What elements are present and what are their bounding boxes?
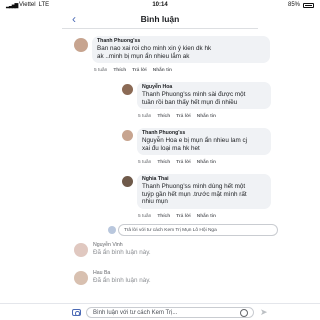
send-icon[interactable]: ➤ bbox=[260, 307, 268, 317]
message-button[interactable]: Nhắn tin bbox=[197, 160, 216, 165]
status-time: 10:14 bbox=[152, 2, 168, 8]
comment-text-line: nhiu mụn bbox=[142, 198, 168, 206]
battery-percent: 85% bbox=[287, 2, 300, 8]
comment-bubble: Nguyễn Hoa Thanh Phuong'ss mình sài được… bbox=[137, 82, 271, 110]
battery-icon bbox=[303, 2, 314, 8]
reply-button[interactable]: Trả lời bbox=[176, 214, 191, 219]
comment-input[interactable]: Bình luận với tư cách Kem Trị... bbox=[86, 307, 254, 318]
comment-text-line: tuýp gần hết mụn .trước mặt mình rất bbox=[142, 190, 247, 198]
hidden-comment-body: Nguyễn Vinh Đã ẩn bình luận này. bbox=[93, 242, 151, 257]
reply-button[interactable]: Trả lời bbox=[132, 68, 147, 73]
hidden-comment-text: Đã ẩn bình luận này. bbox=[93, 249, 151, 256]
comment-actions: 5 tuần Thích Trả lời Nhắn tin bbox=[94, 68, 172, 73]
avatar[interactable] bbox=[122, 176, 133, 187]
comment-text-line: Ban nao xai roi cho minh xin ý kien dk h… bbox=[97, 45, 212, 52]
comment-bubble: Thanh Phuong'ss Nguyễn Hoa e bị mụn ẩn n… bbox=[137, 128, 271, 156]
avatar[interactable] bbox=[74, 38, 88, 52]
like-button[interactable]: Thích bbox=[157, 114, 170, 119]
avatar[interactable] bbox=[74, 243, 88, 257]
reply-item: Nghia Thai Thanh Phuong'ss mình dùng hết… bbox=[122, 174, 271, 209]
comment-author[interactable]: Nghia Thai bbox=[142, 176, 266, 183]
comment-item: Thanh Phuong'ss Ban nao xai roi cho minh… bbox=[74, 36, 270, 64]
header-divider bbox=[62, 28, 258, 29]
hidden-comment-item: Hau Ba Đã ẩn bình luận này. bbox=[74, 270, 151, 285]
status-bar: ▂▃▅▇ Viettel LTE 10:14 85% bbox=[0, 0, 320, 12]
comment-text-line: Thanh Phuong'ss mình dùng hết một bbox=[142, 183, 246, 190]
comments-header: ‹ Bình luận bbox=[0, 12, 320, 28]
comment-author[interactable]: Nguyễn Hoa bbox=[142, 84, 266, 91]
reply-item: Nguyễn Hoa Thanh Phuong'ss mình sài được… bbox=[122, 82, 271, 110]
page-title: Bình luận bbox=[140, 14, 180, 24]
comment-author[interactable]: Thanh Phuong'ss bbox=[142, 130, 266, 137]
camera-icon[interactable] bbox=[72, 309, 81, 316]
comment-text-line: tuần rồi ban thấy hết mụn đi nhiều bbox=[142, 98, 238, 106]
comment-actions: 5 tuần Thích Trả lời Nhắn tin bbox=[138, 214, 216, 219]
reply-button[interactable]: Trả lời bbox=[176, 114, 191, 119]
comment-text-line: Nguyễn Hoa e bị mụn ẩn nhieu lam cj bbox=[142, 137, 248, 144]
comment-text-line: Thanh Phuong'ss mình sài được một bbox=[142, 91, 246, 98]
avatar[interactable] bbox=[74, 271, 88, 285]
comment-bubble: Thanh Phuong'ss Ban nao xai roi cho minh… bbox=[92, 36, 270, 64]
hidden-comment-item: Nguyễn Vinh Đã ẩn bình luận này. bbox=[74, 242, 151, 257]
reply-item: Thanh Phuong'ss Nguyễn Hoa e bị mụn ẩn n… bbox=[122, 128, 271, 156]
comment-author[interactable]: Thanh Phuong'ss bbox=[97, 38, 265, 45]
message-button[interactable]: Nhắn tin bbox=[197, 114, 216, 119]
comment-actions: 5 tuần Thích Trả lời Nhắn tin bbox=[138, 160, 216, 165]
comment-composer: Bình luận với tư cách Kem Trị... ➤ bbox=[0, 303, 320, 320]
comment-text-line: xai đu loại ma hk het bbox=[142, 144, 200, 152]
message-button[interactable]: Nhắn tin bbox=[197, 214, 216, 219]
comment-text-line: ak ..minh bị mụn ẩn nhieu lắm ak bbox=[97, 52, 190, 60]
hidden-comment-text: Đã ẩn bình luận này. bbox=[93, 277, 151, 284]
avatar[interactable] bbox=[122, 84, 133, 95]
reply-button[interactable]: Trả lời bbox=[176, 160, 191, 165]
comment-actions: 5 tuần Thích Trả lời Nhắn tin bbox=[138, 114, 216, 119]
avatar bbox=[108, 226, 116, 234]
reply-input[interactable]: Trả lời với tư cách Kem Trị Mụn Lô Hội N… bbox=[118, 224, 278, 236]
like-button[interactable]: Thích bbox=[113, 68, 126, 73]
like-button[interactable]: Thích bbox=[157, 160, 170, 165]
comment-time: 5 tuần bbox=[138, 214, 152, 219]
emoji-icon[interactable] bbox=[240, 308, 248, 317]
message-button[interactable]: Nhắn tin bbox=[153, 68, 172, 73]
comment-time: 5 tuần bbox=[94, 68, 108, 73]
comment-bubble: Nghia Thai Thanh Phuong'ss mình dùng hết… bbox=[137, 174, 271, 209]
comment-author[interactable]: Hau Ba bbox=[93, 270, 151, 277]
comment-time: 5 tuần bbox=[138, 160, 152, 165]
like-button[interactable]: Thích bbox=[157, 214, 170, 219]
avatar[interactable] bbox=[122, 130, 133, 141]
comment-time: 5 tuần bbox=[138, 114, 152, 119]
hidden-comment-body: Hau Ba Đã ẩn bình luận này. bbox=[93, 270, 151, 285]
comment-author[interactable]: Nguyễn Vinh bbox=[93, 242, 151, 249]
